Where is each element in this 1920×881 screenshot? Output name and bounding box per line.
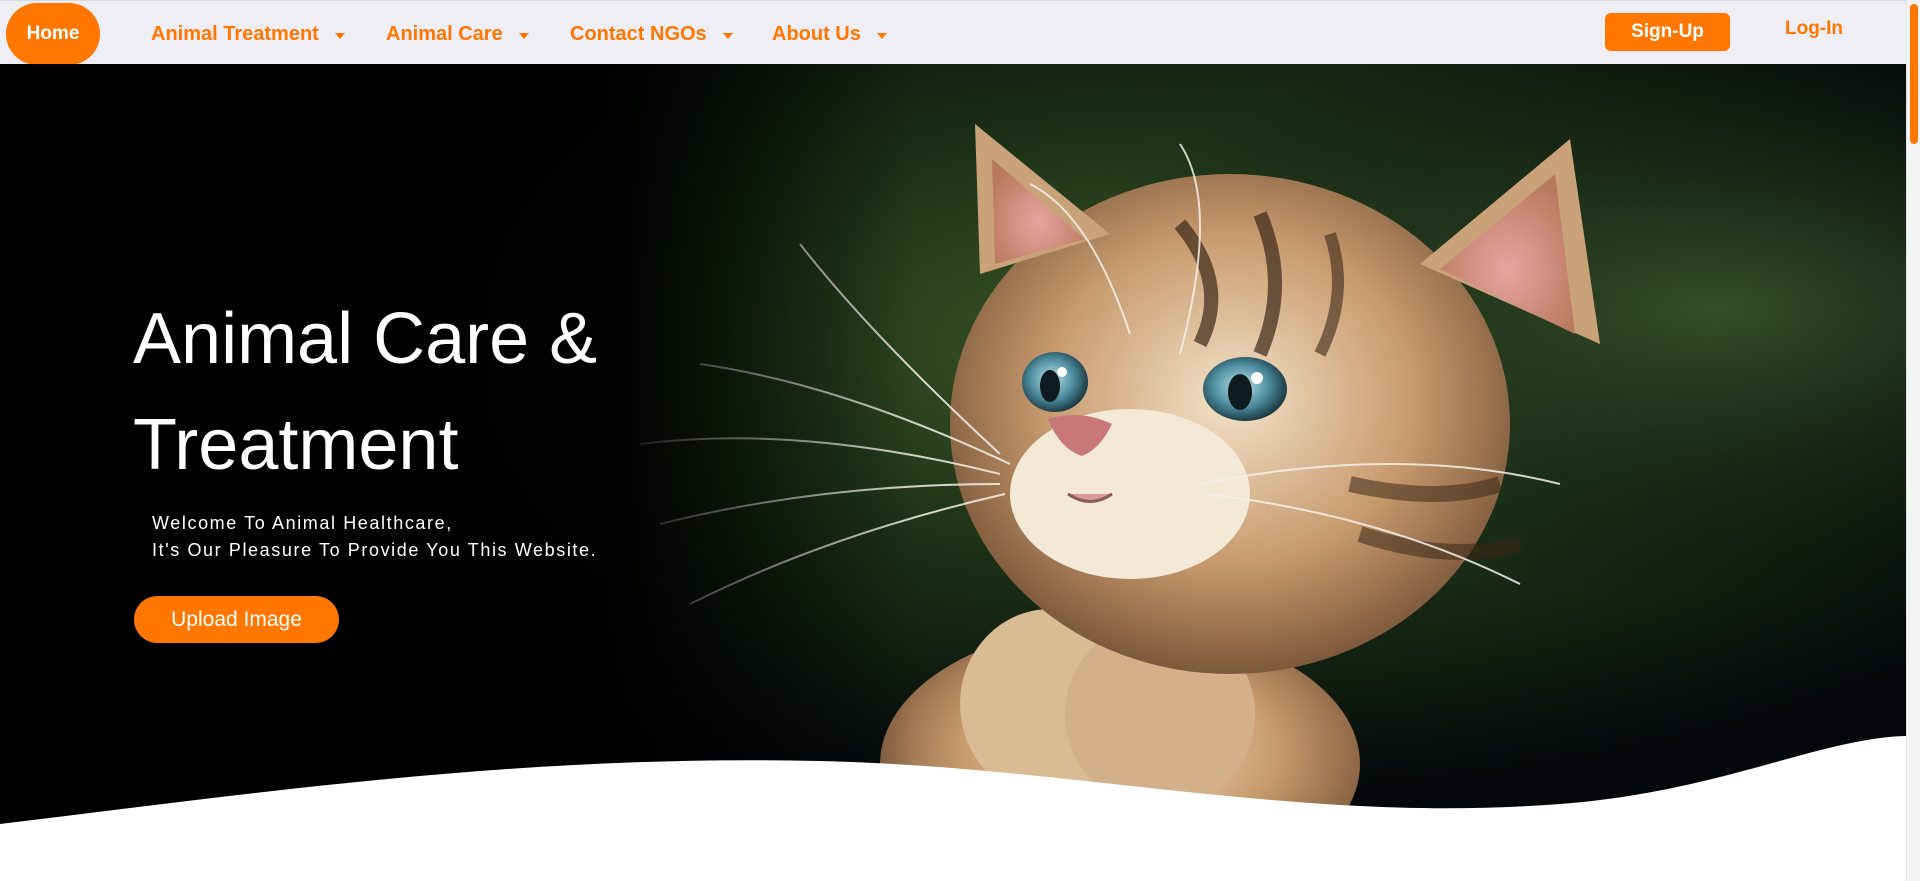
page-scrollbar[interactable] bbox=[1906, 0, 1920, 881]
caret-down-icon bbox=[334, 32, 345, 39]
wave-divider bbox=[0, 736, 1906, 881]
nav-animal-care-label: Animal Care bbox=[386, 22, 503, 45]
nav-contact-ngos[interactable]: Contact NGOs bbox=[570, 19, 733, 49]
login-link[interactable]: Log-In bbox=[1785, 18, 1843, 46]
caret-down-icon bbox=[876, 32, 887, 39]
top-navbar: Home Animal Treatment Animal Care Contac… bbox=[0, 0, 1906, 65]
nav-animal-care[interactable]: Animal Care bbox=[386, 19, 529, 49]
nav-contact-ngos-label: Contact NGOs bbox=[570, 22, 707, 45]
caret-down-icon bbox=[518, 32, 529, 39]
caret-down-icon bbox=[722, 32, 733, 39]
home-button[interactable]: Home bbox=[6, 3, 100, 65]
signup-button[interactable]: Sign-Up bbox=[1605, 13, 1730, 51]
hero-section: Animal Care & Treatment Welcome To Anima… bbox=[0, 64, 1906, 881]
nav-about-us[interactable]: About Us bbox=[772, 19, 887, 49]
nav-animal-treatment[interactable]: Animal Treatment bbox=[151, 19, 345, 49]
nav-animal-treatment-label: Animal Treatment bbox=[151, 22, 319, 45]
nav-about-us-label: About Us bbox=[772, 22, 861, 45]
scrollbar-thumb[interactable] bbox=[1910, 4, 1918, 144]
